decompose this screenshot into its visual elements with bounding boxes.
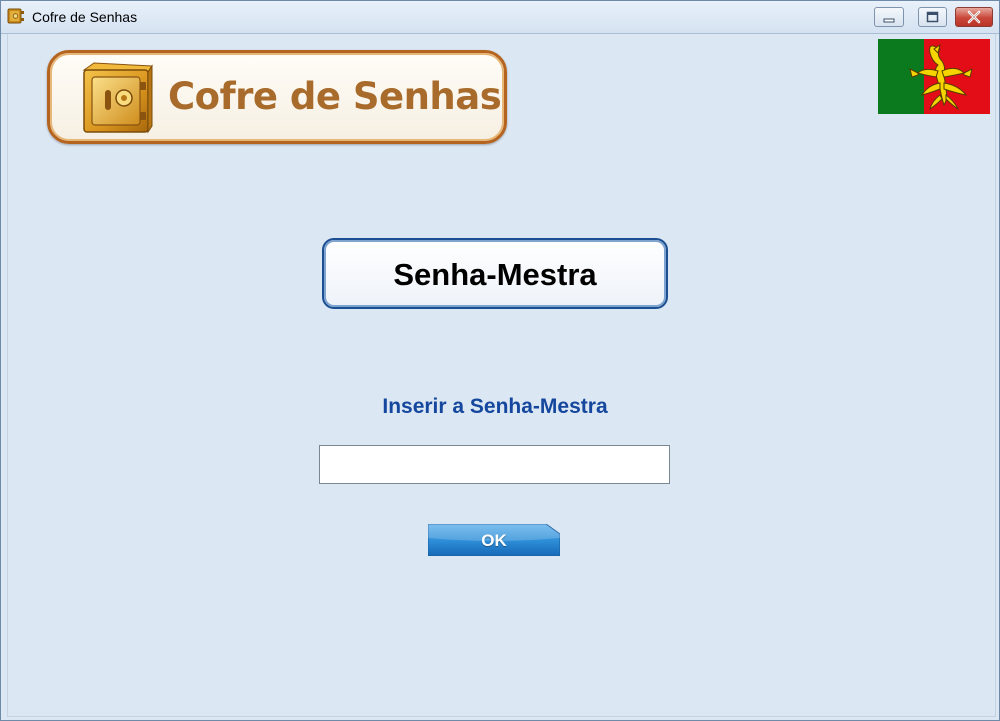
- window-title: Cofre de Senhas: [32, 9, 138, 25]
- maximize-icon: [926, 11, 939, 23]
- master-password-input[interactable]: [319, 445, 670, 484]
- logo-text: Cofre de Senhas: [168, 75, 502, 118]
- minimize-button[interactable]: [874, 7, 904, 27]
- title-bar[interactable]: Cofre de Senhas: [1, 1, 999, 34]
- section-title: Senha-Mestra: [393, 257, 597, 292]
- client-area: Cofre de Senhas Senha-Mestra Inserir a S…: [7, 34, 996, 717]
- maximize-button[interactable]: [918, 7, 947, 27]
- ok-button[interactable]: OK: [428, 524, 560, 556]
- close-icon: [967, 10, 981, 24]
- safe-icon: [82, 62, 153, 134]
- minimize-icon: [883, 18, 895, 23]
- close-button[interactable]: [955, 7, 993, 27]
- safe-icon: [7, 8, 24, 24]
- master-password-prompt: Inserir a Senha-Mestra: [382, 395, 608, 418]
- section-title-box: Senha-Mestra: [322, 238, 668, 309]
- ok-button-label: OK: [481, 531, 507, 550]
- scorpion-flag-icon[interactable]: [878, 39, 990, 114]
- app-window: Cofre de Senhas Cofre de Senhas Senha-Me…: [0, 0, 1000, 721]
- app-logo-banner: Cofre de Senhas: [47, 50, 507, 144]
